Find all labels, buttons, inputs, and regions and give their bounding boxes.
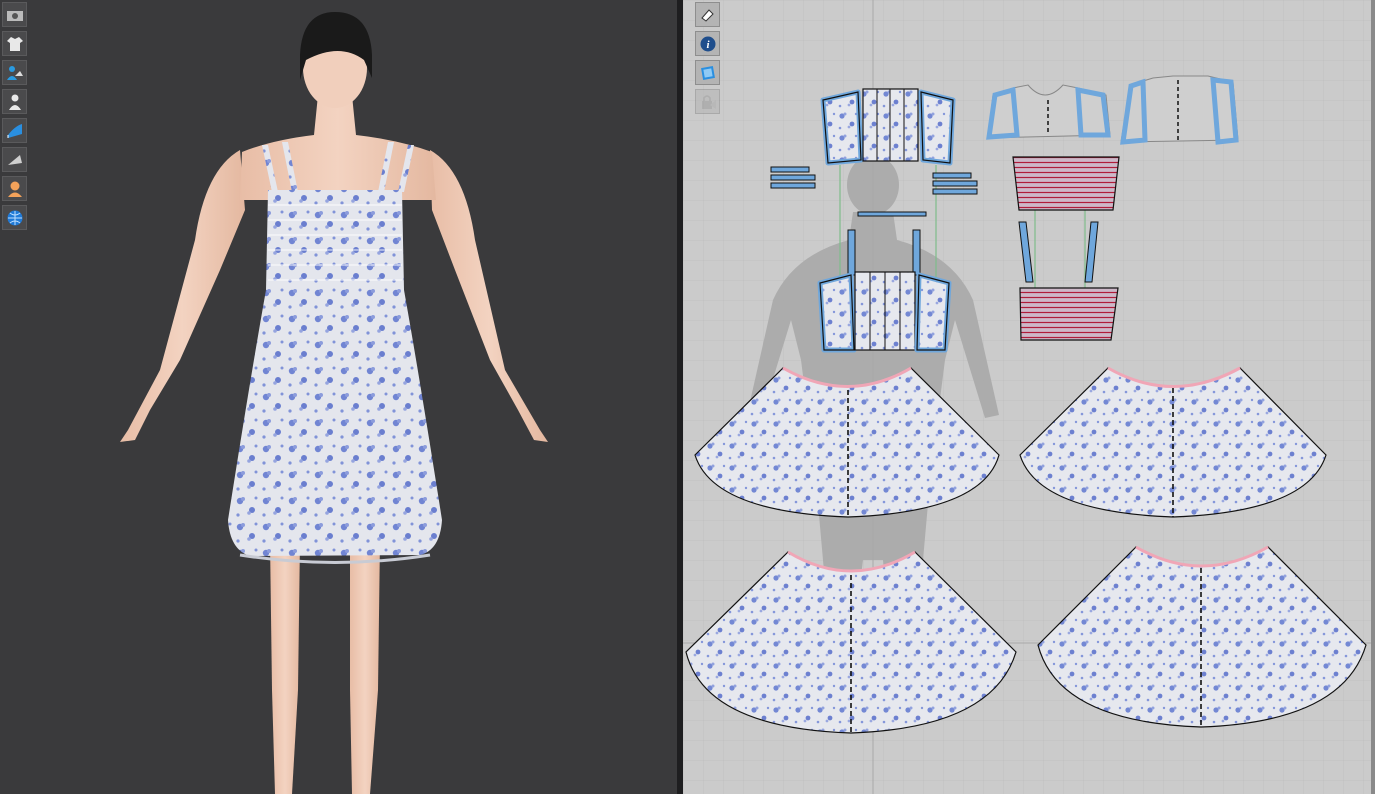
viewport-edge	[1371, 0, 1375, 794]
camera-button[interactable]	[2, 2, 27, 27]
pattern-canvas	[683, 0, 1375, 794]
texture-display-button[interactable]	[2, 147, 27, 172]
2d-pattern-viewport[interactable]: i	[683, 0, 1375, 794]
pattern-piece-lining-front	[1120, 75, 1239, 145]
render-globe-button[interactable]	[2, 205, 27, 230]
pattern-piece-shirred-back	[1012, 156, 1120, 211]
garment-display-button[interactable]	[2, 31, 27, 56]
texture-display-icon	[7, 154, 22, 165]
pattern-display-icon	[700, 65, 715, 80]
avatar-display-button[interactable]	[2, 60, 27, 85]
skin-display-button[interactable]	[2, 176, 27, 201]
fabric-display-button[interactable]	[2, 118, 27, 143]
fabric-display-icon	[7, 123, 22, 138]
pattern-piece-back-bodice	[820, 88, 956, 166]
lock-icon	[701, 94, 716, 109]
pattern-display-button[interactable]	[695, 60, 720, 85]
skin-display-icon	[7, 181, 22, 197]
sewing-display-button[interactable]	[695, 2, 720, 27]
info-icon: i	[700, 36, 715, 51]
sewing-display-icon	[700, 8, 714, 22]
info-button[interactable]: i	[695, 31, 720, 56]
render-globe-icon	[7, 210, 22, 225]
camera-icon	[6, 10, 23, 21]
3d-viewport[interactable]	[0, 0, 677, 794]
pattern-piece-shirred-front	[1019, 287, 1119, 341]
2d-toolbar: i	[695, 0, 720, 116]
avatar-display-icon	[6, 65, 23, 80]
garment-display-icon	[6, 36, 23, 51]
avatar-pose-button[interactable]	[2, 89, 27, 114]
lock-button[interactable]	[695, 89, 720, 114]
3d-toolbar	[2, 0, 27, 232]
avatar-3d-model	[120, 12, 548, 794]
avatar-pose-icon	[8, 94, 21, 110]
